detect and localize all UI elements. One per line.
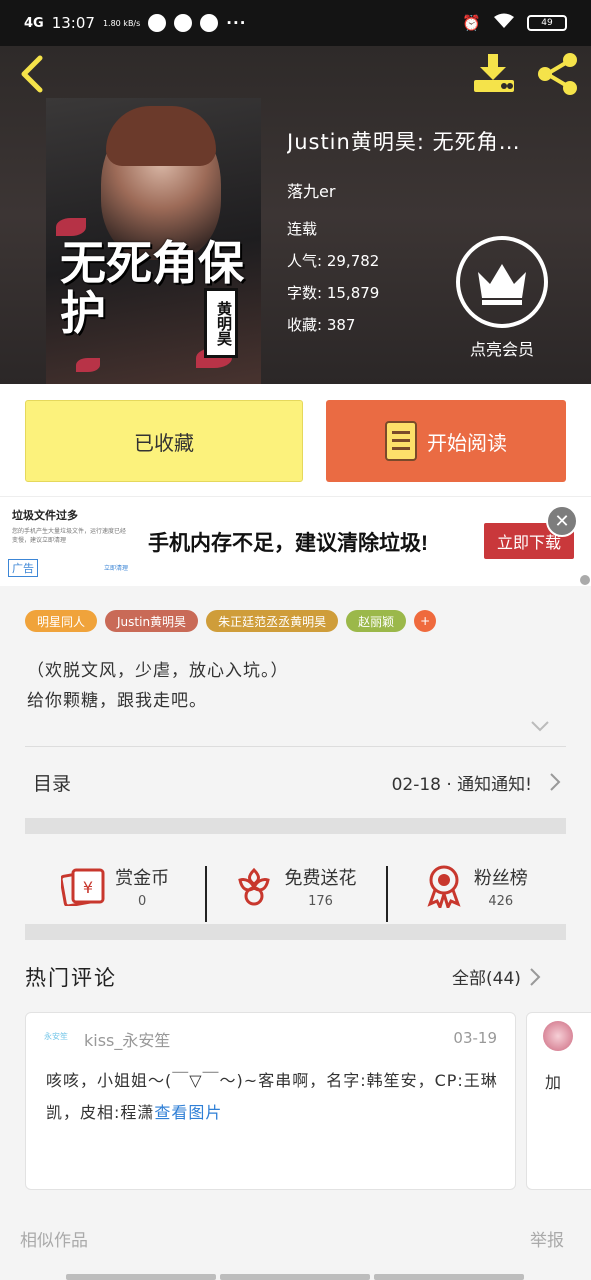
comment-date: 03-19 xyxy=(453,1029,497,1047)
add-tag-button[interactable]: + xyxy=(414,610,437,632)
comment-card[interactable]: 永安笙 kiss_永安笙 03-19 咳咳，小姐姐～(￣▽￣～)~客串啊，名字:… xyxy=(25,1012,516,1190)
battery-icon: 49 xyxy=(527,15,567,31)
view-image-link[interactable]: 查看图片 xyxy=(154,1103,222,1122)
ad-info-icon[interactable] xyxy=(580,575,590,585)
reward-name: 粉丝榜 xyxy=(473,867,528,889)
back-button[interactable] xyxy=(16,52,50,96)
tag-item[interactable]: 明星同人 xyxy=(25,610,98,632)
book-header: 无死角保护 黄明昊 Justin黄明昊: 无死角… 落九er 连载 人气: 29… xyxy=(0,46,591,384)
section-separator xyxy=(25,924,566,940)
comment-text: 加 xyxy=(545,1073,562,1092)
reward-value: 426 xyxy=(488,893,514,909)
fan-ranking-button[interactable]: 粉丝榜 426 xyxy=(385,864,566,922)
cover-hair xyxy=(106,106,216,166)
favorited-button[interactable]: 已收藏 xyxy=(25,400,303,482)
alarm-icon: ⏰ xyxy=(462,14,481,32)
similar-works-tab[interactable]: 相似作品 xyxy=(20,1226,88,1251)
clock: 13:07 xyxy=(51,14,95,32)
start-reading-button[interactable]: 开始阅读 xyxy=(326,400,566,482)
all-comments-link[interactable]: 全部(44) xyxy=(452,964,543,989)
comment-text: 咳咳，小姐姐～(￣▽￣～)~客串啊，名字:韩笙安，CP:王琳凯，皮相:程潇 xyxy=(46,1071,498,1122)
toc-label: 目录 xyxy=(33,772,72,795)
send-flower-button[interactable]: 免费送花 176 xyxy=(205,864,385,922)
report-button[interactable]: 举报 xyxy=(530,1226,564,1251)
ad-card-title: 垃圾文件过多 xyxy=(12,509,78,522)
user-level-badge: 永安笙 xyxy=(44,1032,68,1041)
expand-intro-button[interactable] xyxy=(528,718,552,734)
chevron-right-icon xyxy=(550,773,561,791)
comment-card[interactable]: 加 xyxy=(526,1012,591,1190)
net-speed: 1.80 kB/s xyxy=(102,18,141,28)
intro-line: （欢脱文风，少虐，放心入坑。） xyxy=(27,661,289,681)
close-icon[interactable]: ✕ xyxy=(546,505,578,537)
nav-segment xyxy=(66,1274,216,1280)
nav-segment xyxy=(220,1274,370,1280)
svg-text:¥: ¥ xyxy=(83,878,93,897)
red-envelope-icon: ¥ xyxy=(61,868,105,906)
reward-name: 赏金币 xyxy=(115,867,170,889)
book-cover[interactable]: 无死角保护 黄明昊 xyxy=(46,98,261,384)
wifi-icon xyxy=(493,13,515,33)
chevron-left-icon xyxy=(21,55,43,93)
app-notification-icon xyxy=(174,14,193,32)
ad-banner[interactable]: 垃圾文件过多 您的手机产生大量垃圾文件，运行速度已经变慢，建议立即清理 广告 立… xyxy=(0,496,591,586)
share-button[interactable] xyxy=(535,52,581,96)
ad-card-desc: 您的手机产生大量垃圾文件，运行速度已经变慢，建议立即清理 xyxy=(12,528,127,544)
reward-name: 免费送花 xyxy=(284,867,357,889)
app-notification-icon-2 xyxy=(200,14,219,32)
download-icon xyxy=(474,54,514,92)
rewards-bar: ¥ 赏金币 0 免费送花 176 粉丝榜 426 xyxy=(25,848,566,924)
chevron-right-icon xyxy=(530,967,541,986)
book-icon xyxy=(385,421,417,461)
section-separator xyxy=(25,818,566,834)
wechat-icon xyxy=(148,14,167,32)
cover-stamp: 黄明昊 xyxy=(204,288,238,358)
tag-item[interactable]: Justin黄明昊 xyxy=(105,610,199,632)
comment-body: 咳咳，小姐姐～(￣▽￣～)~客串啊，名字:韩笙安，CP:王琳凯，皮相:程潇查看图… xyxy=(46,1065,506,1129)
comment-username[interactable]: kiss_永安笙 xyxy=(84,1027,170,1051)
status-bar: 4G 13:07 1.80 kB/s ··· ⏰ 49 xyxy=(0,0,591,46)
cover-petal xyxy=(56,218,86,236)
signal-indicator: 4G xyxy=(24,15,44,31)
avatar xyxy=(543,1021,573,1051)
nav-segment xyxy=(374,1274,524,1280)
book-detail: 明星同人 Justin黄明昊 朱正廷范丞丞黄明昊 赵丽颖 + （欢脱文风，少虐，… xyxy=(0,586,591,832)
tag-item[interactable]: 赵丽颖 xyxy=(346,610,407,632)
all-comments-label: 全部(44) xyxy=(452,969,521,989)
intro-line: 给你颗糖，跟我走吧。 xyxy=(27,691,207,711)
reward-value: 176 xyxy=(308,893,333,909)
action-bar: 已收藏 开始阅读 xyxy=(0,384,591,496)
reward-value: 0 xyxy=(138,893,147,909)
table-of-contents-row[interactable]: 目录 02-18 · 通知通知! xyxy=(25,747,566,817)
comments-title: 热门评论 xyxy=(25,966,117,990)
ad-headline: 手机内存不足，建议清除垃圾! xyxy=(148,532,428,555)
vip-label: 点亮会员 xyxy=(469,340,534,359)
book-author[interactable]: 落九er xyxy=(287,178,583,202)
book-intro: （欢脱文风，少虐，放心入坑。） 给你颗糖，跟我走吧。 xyxy=(27,656,289,716)
tag-item[interactable]: 朱正廷范丞丞黄明昊 xyxy=(206,610,339,632)
system-nav-bar xyxy=(66,1274,524,1280)
tag-list: 明星同人 Justin黄明昊 朱正廷范丞丞黄明昊 赵丽颖 + xyxy=(25,610,437,632)
download-button[interactable] xyxy=(470,54,518,94)
share-icon xyxy=(538,53,577,95)
crown-icon xyxy=(456,236,548,328)
chevron-down-icon xyxy=(531,721,549,732)
cover-petal xyxy=(76,358,100,372)
more-notifications-icon: ··· xyxy=(226,14,247,32)
vip-button[interactable]: 点亮会员 xyxy=(456,236,548,360)
flower-icon xyxy=(238,867,271,906)
ad-tag: 广告 xyxy=(8,559,38,577)
latest-chapter: 02-18 · 通知通知! xyxy=(391,774,532,795)
reward-coins-button[interactable]: ¥ 赏金币 0 xyxy=(25,864,205,909)
comments-section: 热门评论 全部(44) 永安笙 kiss_永安笙 03-19 咳咳，小姐姐～(￣… xyxy=(0,940,591,1200)
start-reading-label: 开始阅读 xyxy=(427,430,507,455)
footer-bar: 相似作品 举报 xyxy=(0,1222,591,1262)
ad-clean-link: 立即清理 xyxy=(104,565,129,572)
medal-icon xyxy=(427,865,461,908)
book-title: Justin黄明昊: 无死角… xyxy=(287,130,521,154)
